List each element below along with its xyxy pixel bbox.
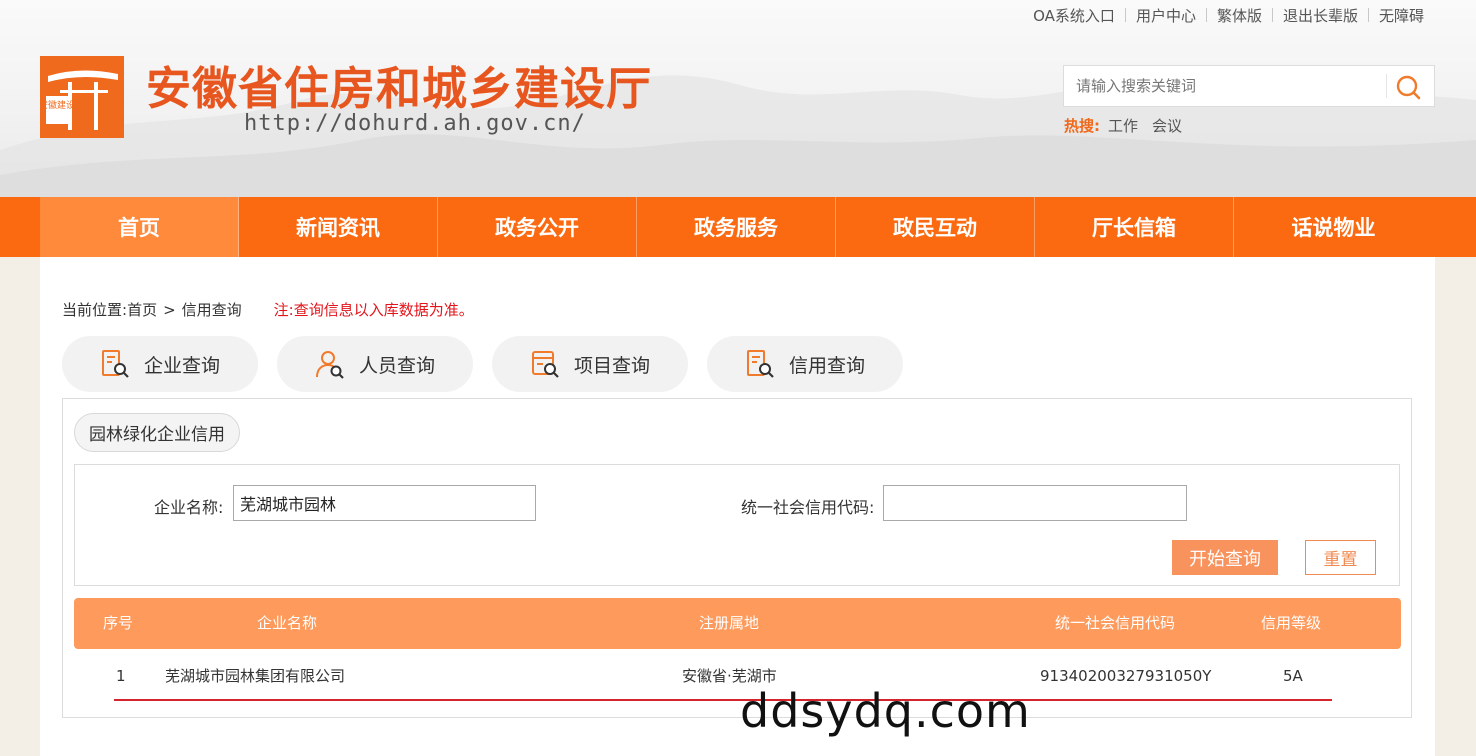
column-header-credit-level: 信用等级	[1261, 614, 1322, 632]
site-header: OA系统入口 用户中心 繁体版 退出长辈版 无障碍 安徽建设 安徽省住房和城乡建…	[0, 0, 1476, 197]
hot-search-item[interactable]: 工作	[1108, 115, 1138, 136]
site-title[interactable]: 安徽省住房和城乡建设厅	[146, 52, 652, 117]
credit-search-icon	[746, 350, 774, 378]
emblem-icon: 安徽建设	[39, 56, 124, 138]
data-notice: 注:查询信息以入库数据为准。	[273, 301, 474, 319]
nav-items: 首页 新闻资讯 政务公开 政务服务 政民互动 厅长信箱 话说物业	[40, 197, 1434, 257]
table-row[interactable]: 1 芜湖城市园林集团有限公司 安徽省·芜湖市 91340200327931050…	[74, 655, 1401, 701]
main-content: 当前位置: 首页 > 信用查询 注:查询信息以入库数据为准。 企业查询 人员查询	[40, 257, 1435, 756]
hot-search-label: 热搜:	[1064, 117, 1100, 135]
breadcrumb: 当前位置: 首页 > 信用查询 注:查询信息以入库数据为准。	[62, 299, 474, 320]
nav-item-government-affairs[interactable]: 政务公开	[438, 197, 637, 257]
exit-elderly-mode-link[interactable]: 退出长辈版	[1283, 5, 1358, 26]
company-name-label: 企业名称:	[154, 498, 224, 517]
nav-item-government-services[interactable]: 政务服务	[637, 197, 836, 257]
breadcrumb-prefix: 当前位置:	[62, 301, 128, 319]
nav-item-property[interactable]: 话说物业	[1234, 197, 1433, 257]
document-search-icon	[101, 350, 129, 378]
site-logo[interactable]: 安徽建设	[39, 56, 124, 138]
column-header-credit-code: 统一社会信用代码	[1055, 614, 1176, 632]
top-link-divider	[1124, 8, 1126, 22]
user-center-link[interactable]: 用户中心	[1136, 5, 1196, 26]
tab-label: 人员查询	[358, 354, 435, 377]
project-search-icon	[531, 351, 559, 378]
main-nav: 首页 新闻资讯 政务公开 政务服务 政民互动 厅长信箱 话说物业	[0, 197, 1476, 257]
top-link-divider	[1271, 8, 1273, 22]
top-link-divider	[1367, 8, 1369, 22]
cell-company-name[interactable]: 芜湖城市园林集团有限公司	[165, 655, 345, 697]
breadcrumb-separator: >	[163, 300, 176, 319]
nav-item-home[interactable]: 首页	[40, 197, 239, 257]
nav-item-director-mailbox[interactable]: 厅长信箱	[1035, 197, 1234, 257]
query-tabs: 企业查询 人员查询 项目查询 信用查询	[62, 336, 903, 392]
column-header-company: 企业名称	[257, 614, 318, 632]
row-underline	[114, 699, 1332, 701]
cell-credit-code: 91340200327931050Y	[1040, 667, 1212, 685]
cell-credit-level: 5A	[1283, 667, 1303, 685]
tab-company-query[interactable]: 企业查询	[62, 336, 258, 392]
reset-button[interactable]: 重置	[1305, 540, 1376, 575]
tab-person-query[interactable]: 人员查询	[277, 336, 473, 392]
accessibility-link[interactable]: 无障碍	[1379, 5, 1424, 26]
nav-item-interaction[interactable]: 政民互动	[836, 197, 1035, 257]
table-header: 序号 企业名称 注册属地 统一社会信用代码 信用等级	[74, 598, 1401, 649]
hot-search-item[interactable]: 会议	[1152, 115, 1182, 136]
person-search-icon	[315, 351, 344, 379]
credit-code-input[interactable]	[883, 485, 1187, 521]
credit-query-panel: 园林绿化企业信用 企业名称: 统一社会信用代码: 开始查询 重置 序号 企业名称…	[62, 398, 1412, 718]
nav-item-news[interactable]: 新闻资讯	[239, 197, 438, 257]
top-link-divider	[1205, 8, 1207, 22]
logo-text: 安徽建设	[40, 99, 75, 111]
tab-label: 企业查询	[143, 354, 220, 377]
traditional-chinese-link[interactable]: 繁体版	[1217, 5, 1262, 26]
search-input[interactable]	[1064, 66, 1386, 106]
hot-search: 热搜: 工作 会议	[1064, 115, 1182, 136]
watermark: ddsydq.com	[740, 684, 1031, 738]
search-box	[1063, 65, 1435, 107]
top-links: OA系统入口 用户中心 繁体版 退出长辈版 无障碍	[1033, 5, 1424, 25]
company-name-input[interactable]	[233, 485, 536, 521]
breadcrumb-home-link[interactable]: 首页	[127, 299, 157, 320]
oa-system-link[interactable]: OA系统入口	[1033, 5, 1115, 26]
breadcrumb-current-link[interactable]: 信用查询	[182, 299, 242, 320]
site-url: http://dohurd.ah.gov.cn/	[244, 111, 586, 136]
tab-project-query[interactable]: 项目查询	[492, 336, 688, 392]
tab-credit-query[interactable]: 信用查询	[707, 336, 903, 392]
query-form: 企业名称: 统一社会信用代码: 开始查询 重置	[74, 464, 1400, 586]
tab-label: 信用查询	[788, 354, 865, 377]
search-icon[interactable]	[1394, 73, 1422, 101]
column-header-region: 注册属地	[699, 614, 760, 632]
credit-code-label: 统一社会信用代码:	[741, 498, 875, 517]
start-query-button[interactable]: 开始查询	[1172, 540, 1278, 575]
tab-label: 项目查询	[573, 354, 650, 377]
cell-index: 1	[116, 667, 126, 685]
column-header-index: 序号	[103, 614, 134, 632]
search-divider	[1386, 74, 1387, 98]
tab-landscape-greening-credit[interactable]: 园林绿化企业信用	[74, 413, 240, 452]
